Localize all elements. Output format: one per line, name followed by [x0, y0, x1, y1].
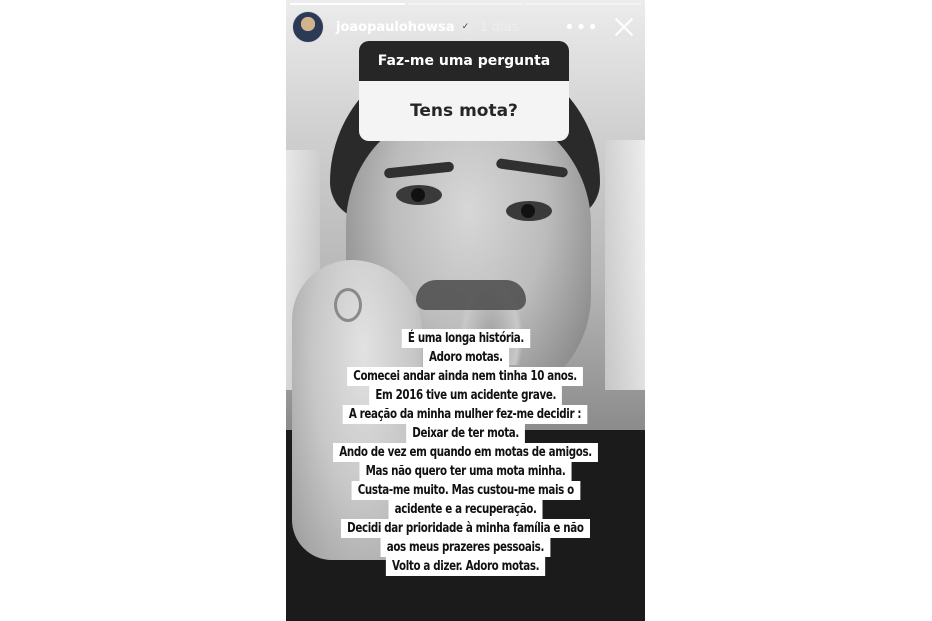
answer-line-row: Decidi dar prioridade à minha família e … — [286, 517, 645, 538]
question-text: Tens mota? — [359, 81, 569, 141]
answer-line-row: Custa-me muito. Mas custou-me mais o — [286, 479, 645, 500]
question-sticker[interactable]: Faz-me uma pergunta Tens mota? — [359, 41, 569, 141]
photo-mustache — [416, 280, 526, 310]
story-progress-bar — [290, 3, 641, 5]
answer-line-row: A reação da minha mulher fez-me decidir … — [286, 403, 645, 424]
answer-line-row: Volto a dizer. Adoro motas. — [286, 555, 645, 576]
more-options-icon[interactable]: ••• — [564, 17, 599, 38]
answer-line: A reação da minha mulher fez-me decidir … — [343, 405, 588, 424]
answer-line: É uma longa história. — [401, 329, 530, 348]
photo-brow — [495, 158, 569, 178]
answer-line-row: Comecei andar ainda nem tinha 10 anos. — [286, 365, 645, 386]
answer-line: Volto a dizer. Adoro motas. — [385, 557, 546, 576]
answer-line: Comecei andar ainda nem tinha 10 anos. — [347, 367, 584, 386]
answer-line: Mas não quero ter uma mota minha. — [359, 462, 572, 481]
answer-line: Decidi dar prioridade à minha família e … — [341, 519, 590, 538]
answer-line-row: Em 2016 tive um acidente grave. — [286, 384, 645, 405]
progress-segment — [526, 3, 641, 5]
answer-line: acidente e a recuperação. — [388, 500, 543, 519]
avatar[interactable] — [292, 11, 324, 43]
answer-line-row: Mas não quero ter uma mota minha. — [286, 460, 645, 481]
story-header: joaopaulohowsa ✓ 1 dias ••• — [292, 11, 635, 43]
photo-ring — [334, 288, 362, 322]
photo-brow — [383, 161, 455, 179]
question-sticker-title: Faz-me uma pergunta — [359, 41, 569, 81]
answer-line: aos meus prazeres pessoais. — [380, 538, 551, 557]
progress-segment — [290, 3, 405, 5]
photo-eye — [506, 201, 552, 221]
answer-line: Deixar de ter mota. — [406, 424, 525, 443]
answer-line: Em 2016 tive um acidente grave. — [368, 386, 563, 405]
answer-line: Custa-me muito. Mas custou-me mais o — [351, 481, 580, 500]
answer-line-row: É uma longa história. — [286, 327, 645, 348]
answer-line-row: Deixar de ter mota. — [286, 422, 645, 443]
photo-eye — [396, 185, 442, 205]
answer-line-row: aos meus prazeres pessoais. — [286, 536, 645, 557]
verified-badge-icon: ✓ — [459, 21, 472, 33]
answer-line-row: Adoro motas. — [286, 346, 645, 367]
answer-line-row: acidente e a recuperação. — [286, 498, 645, 519]
answer-line-row: Ando de vez em quando em motas de amigos… — [286, 441, 645, 462]
answer-line: Ando de vez em quando em motas de amigos… — [333, 443, 598, 462]
close-icon[interactable] — [613, 16, 635, 38]
progress-segment — [408, 3, 523, 5]
answer-text-block: É uma longa história. Adoro motas. Comecei… — [286, 327, 645, 576]
post-time: 1 dias — [479, 19, 519, 35]
username[interactable]: joaopaulohowsa — [336, 20, 455, 35]
answer-line: Adoro motas. — [422, 348, 509, 367]
